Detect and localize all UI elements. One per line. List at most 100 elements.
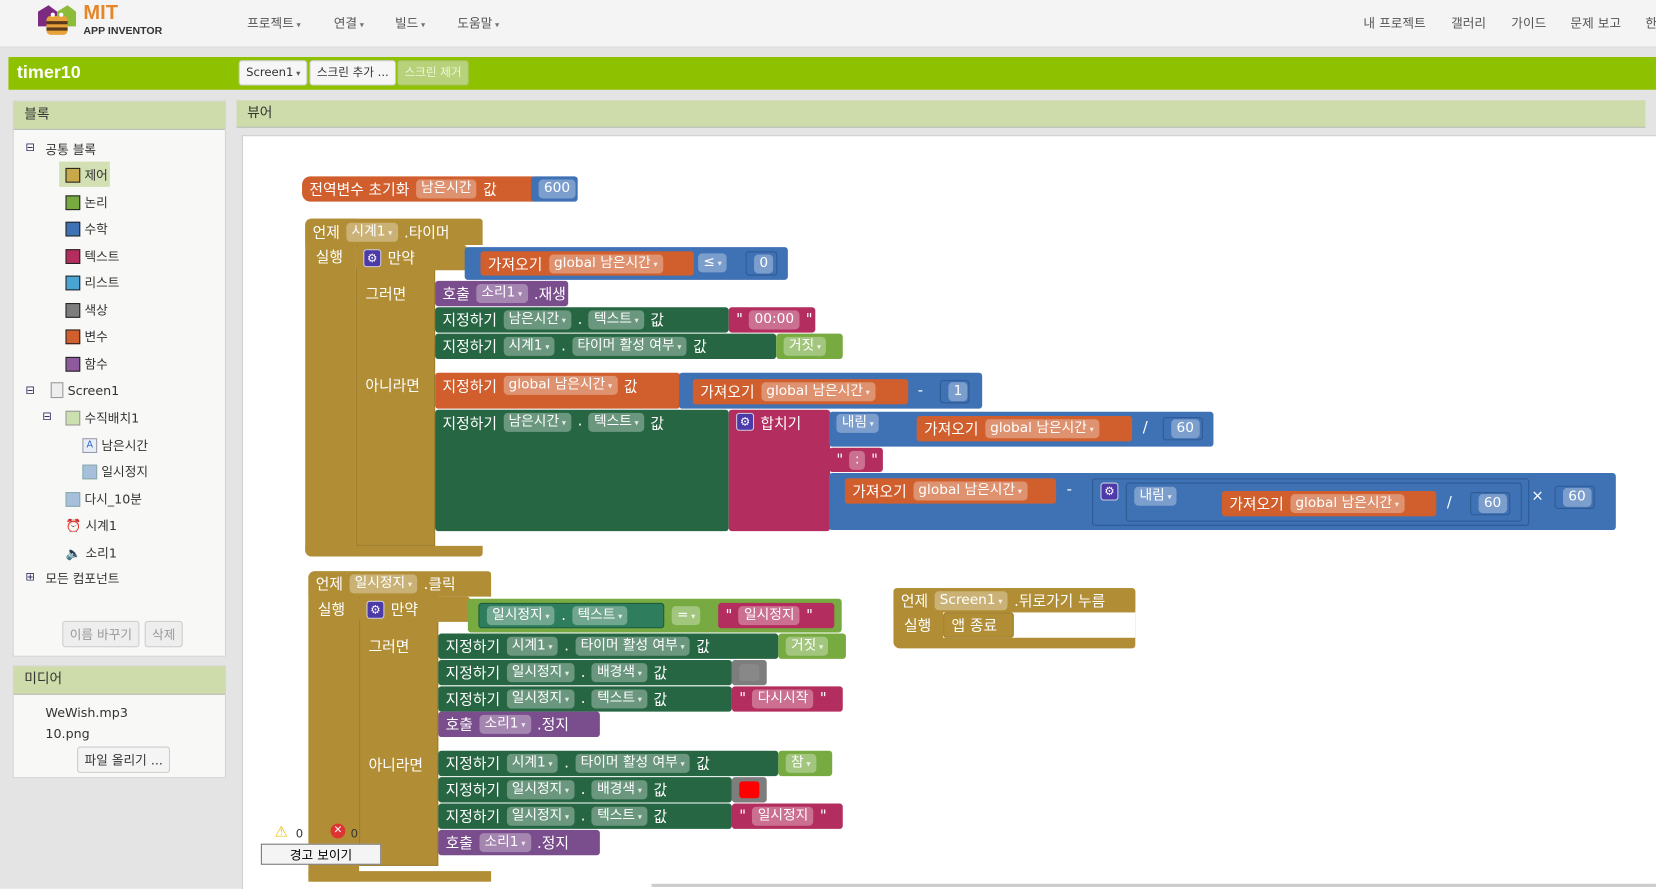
tree-all-components[interactable]: 모든 컴포넌트	[45, 569, 119, 587]
set-clock-enabled-block[interactable]: 지정하기 시계1. 타이머 활성 여부 값	[438, 633, 779, 659]
if-header[interactable]: ⚙ 만약	[359, 596, 470, 622]
tree-button-restart[interactable]: 다시_10분	[65, 490, 142, 508]
number-value[interactable]: 600	[538, 179, 576, 199]
var-dropdown[interactable]: global 남은시간	[760, 382, 876, 402]
component-dropdown[interactable]: 일시정지	[506, 663, 575, 683]
media-file[interactable]: WeWish.mp3	[45, 705, 127, 720]
menu-help[interactable]: 도움말	[457, 14, 499, 32]
link-my-projects[interactable]: 내 프로젝트	[1363, 14, 1425, 32]
add-screen-button[interactable]: 스크린 추가 ...	[309, 60, 397, 86]
set-clock-enabled-block[interactable]: 지정하기 시계1. 타이머 활성 여부 값	[435, 333, 777, 360]
number-value[interactable]: 60	[1478, 494, 1507, 514]
timer-event-header[interactable]: 언제 시계1 .타이머	[305, 218, 483, 245]
number-block[interactable]: 60	[1470, 492, 1511, 516]
menu-project[interactable]: 프로젝트	[247, 14, 301, 32]
if-header[interactable]: ⚙ 만약	[355, 244, 467, 271]
component-dropdown[interactable]: 일시정지	[506, 689, 575, 709]
horizontal-scrollbar[interactable]	[651, 883, 1656, 887]
property-dropdown[interactable]: 타이머 활성 여부	[572, 336, 687, 356]
component-dropdown[interactable]: 일시정지	[506, 780, 575, 800]
var-dropdown[interactable]: global 남은시간	[1290, 494, 1405, 514]
boolean-block[interactable]: 거짓	[778, 633, 846, 659]
app-inventor-logo-icon[interactable]	[36, 3, 78, 39]
set-button-text-block[interactable]: 지정하기 일시정지. 텍스트 값	[438, 686, 732, 712]
tree-clock[interactable]: ⏰ 시계1	[65, 516, 116, 534]
boolean-dropdown[interactable]: 거짓	[785, 636, 829, 656]
boolean-dropdown[interactable]: 참	[785, 753, 816, 773]
mutator-gear-icon[interactable]: ⚙	[363, 248, 382, 267]
number-block[interactable]: 1	[939, 380, 970, 404]
back-pressed-header[interactable]: 언제 Screen1 .뒤로가기 누름	[893, 588, 1136, 613]
category-lists[interactable]: 리스트	[65, 273, 119, 291]
color-block-red[interactable]	[731, 777, 767, 803]
number-block[interactable]: 60	[1554, 485, 1595, 509]
component-dropdown[interactable]: 남은시간	[503, 310, 572, 330]
click-event-header[interactable]: 언제 일시정지 .클릭	[308, 571, 492, 597]
delete-button[interactable]: 삭제	[144, 620, 183, 648]
component-dropdown[interactable]: 일시정지	[486, 606, 555, 626]
component-dropdown[interactable]: 남은시간	[503, 412, 572, 432]
get-var-block[interactable]: 가져오기 global 남은시간	[692, 379, 909, 405]
property-dropdown[interactable]: 타이머 활성 여부	[575, 636, 690, 656]
link-guide[interactable]: 가이드	[1511, 14, 1546, 32]
number-value[interactable]: 60	[1171, 419, 1200, 439]
text-block[interactable]: " 일시정지 "	[718, 602, 835, 629]
property-dropdown[interactable]: 텍스트	[588, 412, 645, 432]
rounding-dropdown[interactable]: 내림	[836, 413, 880, 433]
menu-build[interactable]: 빌드	[395, 14, 425, 32]
category-text[interactable]: 텍스트	[65, 247, 119, 265]
tree-screen1[interactable]: Screen1	[50, 382, 119, 399]
link-language[interactable]: 한	[1645, 14, 1656, 32]
call-sound-stop-block[interactable]: 호출 소리1 .정지	[438, 829, 600, 856]
set-clock-enabled-block[interactable]: 지정하기 시계1. 타이머 활성 여부 값	[438, 750, 779, 777]
number-block[interactable]: 60	[1162, 417, 1203, 441]
var-name-field[interactable]: 남은시간	[415, 179, 477, 199]
property-dropdown[interactable]: 텍스트	[572, 606, 628, 626]
property-dropdown[interactable]: 텍스트	[591, 689, 648, 709]
category-math[interactable]: 수학	[65, 220, 108, 238]
var-dropdown[interactable]: global 남은시간	[548, 253, 663, 273]
component-dropdown[interactable]: 일시정지	[506, 806, 575, 826]
color-block-gray[interactable]	[731, 659, 767, 686]
get-var-block[interactable]: 가져오기 global 남은시간	[480, 251, 694, 276]
set-button-text-block[interactable]: 지정하기 일시정지. 텍스트 값	[438, 803, 732, 829]
tree-sound[interactable]: 🔈 소리1	[65, 544, 116, 562]
component-dropdown[interactable]: Screen1	[934, 590, 1008, 610]
media-file[interactable]: 10.png	[45, 726, 89, 741]
tree-label-component[interactable]: A 남은시간	[82, 436, 148, 454]
component-dropdown[interactable]: 시계1	[346, 222, 398, 242]
join-block[interactable]: ⚙ 합치기	[728, 409, 831, 532]
color-swatch[interactable]	[739, 664, 760, 682]
link-gallery[interactable]: 갤러리	[1451, 14, 1486, 32]
boolean-block[interactable]: 참	[778, 750, 833, 777]
remove-screen-button[interactable]: 스크린 제거	[397, 60, 470, 86]
boolean-block[interactable]: 거짓	[776, 333, 843, 360]
upload-file-button[interactable]: 파일 올리기 ...	[77, 746, 171, 773]
screen-select[interactable]: Screen1	[238, 60, 308, 86]
number-block[interactable]: 0	[745, 251, 778, 276]
set-global-block[interactable]: 지정하기 global 남은시간 값	[435, 372, 681, 409]
text-block[interactable]: " 다시시작 "	[731, 686, 843, 712]
category-colors[interactable]: 색상	[65, 301, 108, 319]
get-button-text-block[interactable]: 일시정지. 텍스트	[478, 602, 665, 629]
color-swatch[interactable]	[739, 781, 760, 799]
component-dropdown[interactable]: 소리1	[479, 833, 531, 853]
component-dropdown[interactable]: 일시정지	[349, 574, 418, 594]
tree-button-pause[interactable]: 일시정지	[82, 462, 148, 480]
text-block[interactable]: ": "	[829, 447, 883, 472]
text-value[interactable]: :	[849, 450, 865, 470]
var-dropdown[interactable]: global 남은시간	[913, 481, 1028, 501]
property-dropdown[interactable]: 타이머 활성 여부	[575, 753, 690, 773]
property-dropdown[interactable]: 배경색	[591, 780, 648, 800]
component-dropdown[interactable]: 시계1	[503, 336, 555, 356]
mutator-gear-icon[interactable]: ⚙	[736, 412, 755, 431]
component-dropdown[interactable]: 소리1	[476, 284, 528, 304]
get-var-block[interactable]: 가져오기 global 남은시간	[916, 416, 1133, 442]
property-dropdown[interactable]: 텍스트	[588, 310, 645, 330]
link-report-issue[interactable]: 문제 보고	[1570, 14, 1621, 32]
menu-connect[interactable]: 연결	[334, 14, 364, 32]
operator-dropdown[interactable]: =	[671, 606, 701, 626]
var-dropdown[interactable]: global 남은시간	[503, 375, 618, 395]
category-variables[interactable]: 변수	[65, 327, 108, 345]
tree-builtin[interactable]: 공통 블록	[45, 140, 96, 158]
